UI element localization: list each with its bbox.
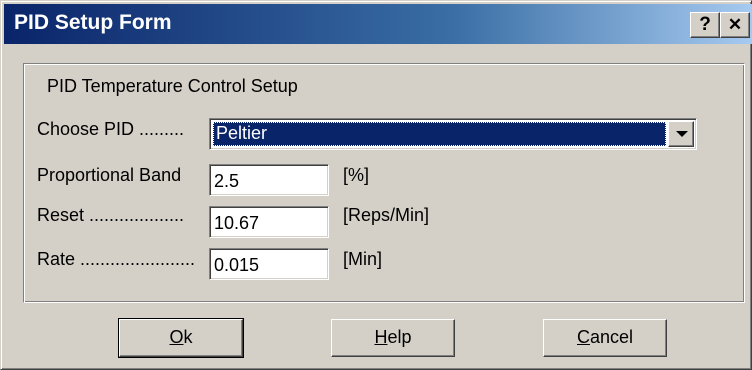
cancel-button[interactable]: Cancel [543,319,667,357]
reset-unit: [Reps/Min] [343,205,430,225]
ok-label-rest: k [183,327,193,347]
rate-input[interactable]: 0.015 [209,248,329,280]
question-mark-icon: ? [699,14,711,35]
proportional-band-input[interactable]: 2.5 [209,164,329,196]
window-title: PID Setup Form [14,11,172,34]
close-icon: ✕ [727,15,743,34]
reset-input[interactable]: 10.67 [209,206,329,238]
choose-pid-selected-value: Peltier [213,122,666,146]
reset-label: Reset ................... [37,205,185,225]
help-caption-button[interactable]: ? [690,12,720,38]
title-bar[interactable]: PID Setup Form ? ✕ [4,4,752,44]
help-label-rest: elp [387,327,412,347]
cancel-label-rest: ancel [589,327,634,347]
pid-setup-dialog: PID Setup Form ? ✕ PID Temperature Contr… [0,0,752,370]
help-button[interactable]: Help [331,319,455,357]
rate-label: Rate ....................... [37,249,196,269]
ok-mnemonic: O [169,327,184,347]
dropdown-button[interactable] [668,121,694,147]
proportional-band-unit: [%] [343,165,370,185]
choose-pid-select[interactable]: Peltier [209,118,697,150]
ok-button[interactable]: Ok [118,318,244,358]
proportional-band-label: Proportional Band [37,165,182,185]
help-mnemonic: H [374,327,388,347]
cancel-mnemonic: C [576,327,590,347]
group-title: PID Temperature Control Setup [47,76,298,96]
chevron-down-icon [676,131,688,137]
choose-pid-label: Choose PID ......... [37,119,185,139]
rate-unit: [Min] [343,249,383,269]
close-button[interactable]: ✕ [720,12,750,38]
